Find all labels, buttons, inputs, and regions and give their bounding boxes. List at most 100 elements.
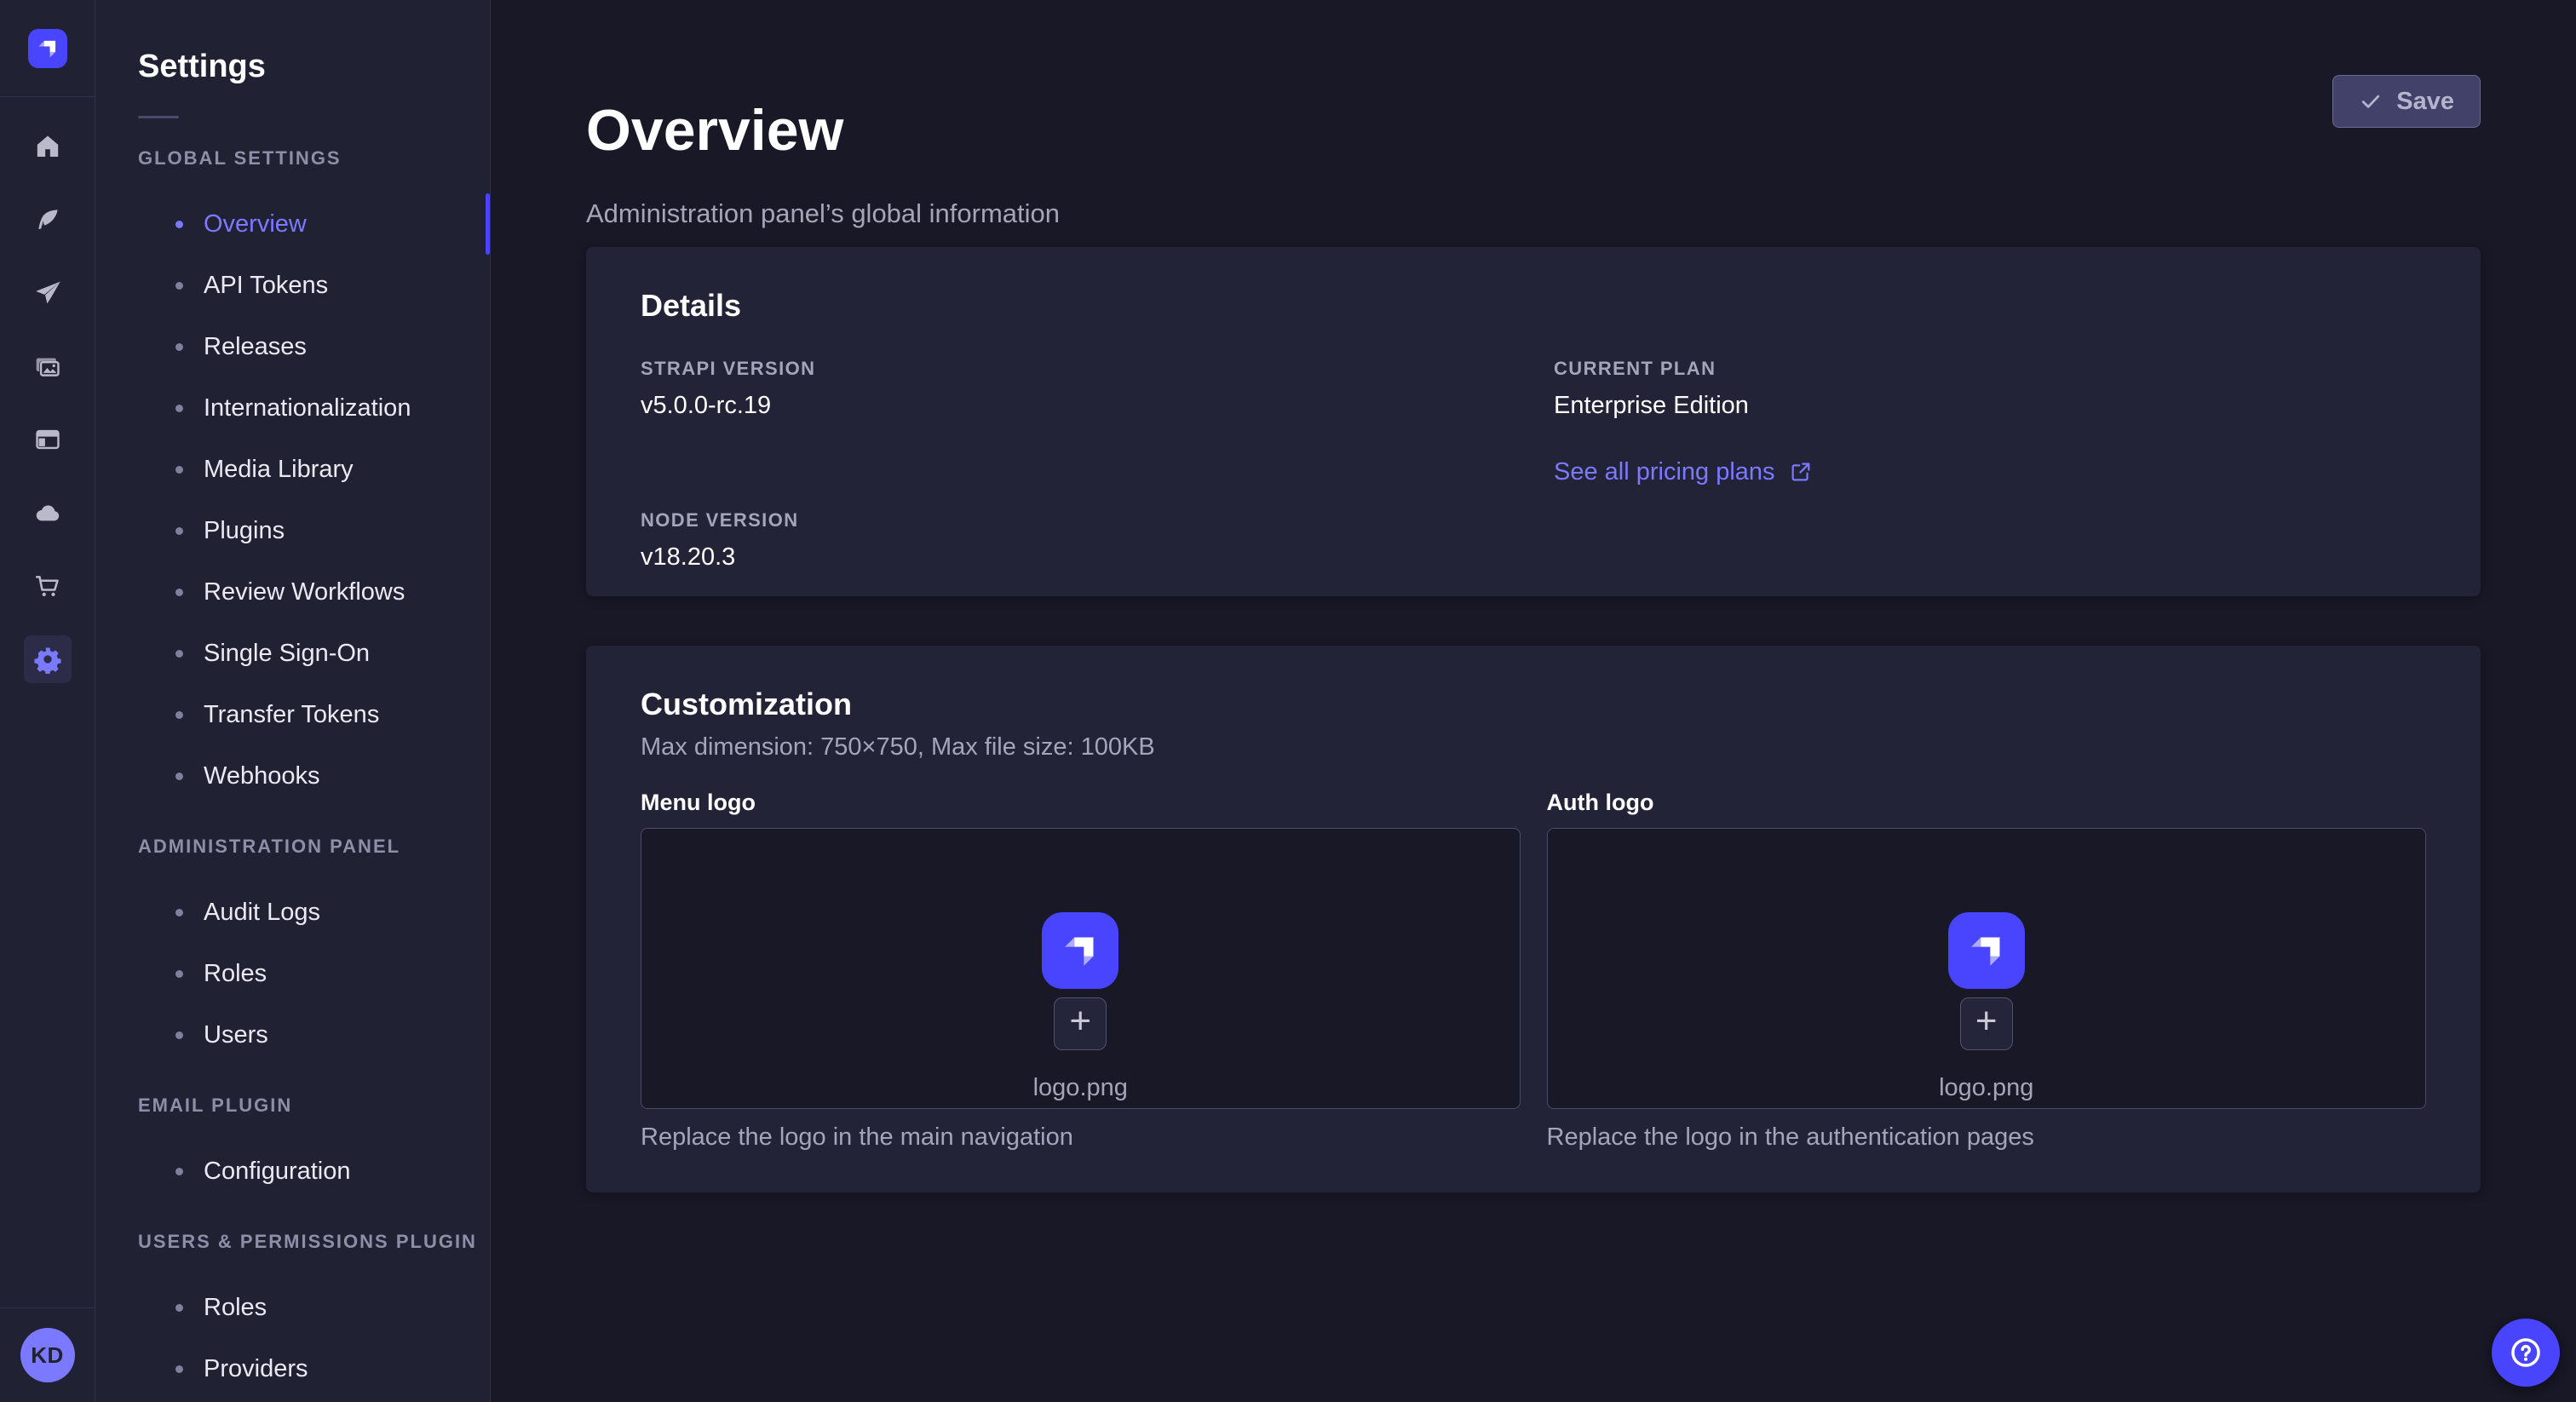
- rail-item-marketplace[interactable]: [24, 562, 72, 610]
- subnav-item-roles[interactable]: Roles: [138, 943, 490, 1004]
- plane-icon: [33, 279, 62, 307]
- rail-item-releases[interactable]: [24, 269, 72, 317]
- node-version-field: NODE VERSION v18.20.3: [641, 509, 1554, 572]
- subnav-item-label: Audit Logs: [204, 899, 320, 927]
- auth-logo-filename: logo.png: [1939, 1074, 2033, 1102]
- subnav-sections: GLOBAL SETTINGS Overview API Tokens Release…: [138, 147, 490, 1399]
- subnav-item-label: Overview: [204, 210, 307, 238]
- cloud-icon: [33, 498, 62, 527]
- bullet-icon: [175, 773, 183, 780]
- bullet-icon: [175, 589, 183, 596]
- rail-item-deploy[interactable]: [24, 489, 72, 537]
- menu-logo-add-button[interactable]: +: [1054, 997, 1107, 1050]
- current-plan-field: CURRENT PLAN Enterprise Edition: [1554, 358, 2426, 421]
- details-left-column: STRAPI VERSION v5.0.0-rc.19 NODE VERSION…: [641, 358, 1554, 572]
- cart-icon: [33, 572, 62, 600]
- subnav-item-releases[interactable]: Releases: [138, 316, 490, 377]
- main-content: Save Overview Administration panel’s glo…: [491, 0, 2576, 1402]
- pricing-plans-link[interactable]: See all pricing plans: [1554, 457, 1813, 487]
- subnav-section: ADMINISTRATION PANEL Audit Logs Roles Users: [138, 836, 490, 1066]
- check-icon: [2359, 89, 2383, 113]
- subnav-item-label: Releases: [204, 333, 307, 361]
- bullet-icon: [175, 343, 183, 351]
- subnav-item-audit-logs[interactable]: Audit Logs: [138, 882, 490, 943]
- subnav-section: USERS & PERMISSIONS PLUGINRolesProviders: [138, 1231, 490, 1399]
- brand-home-button[interactable]: [0, 0, 95, 97]
- rail-item-media-library[interactable]: [24, 342, 72, 390]
- bullet-icon: [175, 1031, 183, 1039]
- active-item-indicator: [486, 193, 490, 255]
- subnav-item-review-workflows[interactable]: Review Workflows: [138, 561, 490, 623]
- plus-icon: +: [1975, 1003, 1998, 1040]
- page-subtitle: Administration panel’s global informatio…: [586, 195, 2481, 233]
- app-root: KD Settings GLOBAL SETTINGS Overview API T…: [0, 0, 2576, 1402]
- subnav-item-label: Internationalization: [204, 394, 411, 422]
- home-icon: [33, 132, 62, 161]
- auth-logo-dropzone[interactable]: + logo.png: [1547, 828, 2427, 1109]
- bullet-icon: [175, 1304, 183, 1312]
- images-icon: [33, 352, 62, 381]
- menu-logo-caption: Replace the logo in the main navigation: [641, 1123, 1521, 1152]
- rail-item-content-manager[interactable]: [24, 196, 72, 244]
- save-button-label: Save: [2396, 88, 2454, 116]
- subnav-item-label: Review Workflows: [204, 578, 405, 606]
- subnav-item-plugins[interactable]: Plugins: [138, 500, 490, 561]
- rail-icons: [24, 123, 72, 709]
- subnav-item-configuration[interactable]: Configuration: [138, 1141, 490, 1202]
- save-button[interactable]: Save: [2332, 75, 2481, 128]
- details-right-column: CURRENT PLAN Enterprise Edition See all …: [1554, 358, 2426, 572]
- menu-logo-label: Menu logo: [641, 789, 1521, 816]
- rail-item-content-type-builder[interactable]: [24, 416, 72, 463]
- bullet-icon: [175, 909, 183, 916]
- bullet-icon: [175, 466, 183, 474]
- icon-rail: KD: [0, 0, 95, 1402]
- strapi-version-value: v5.0.0-rc.19: [641, 390, 1554, 421]
- customization-heading: Customization: [641, 687, 2426, 722]
- subnav-item-overview[interactable]: Overview: [138, 193, 490, 255]
- details-card: Details STRAPI VERSION v5.0.0-rc.19 NODE…: [586, 247, 2481, 596]
- subnav-item-api-tokens[interactable]: API Tokens: [138, 255, 490, 316]
- section-label: ADMINISTRATION PANEL: [138, 836, 490, 858]
- auth-logo-label: Auth logo: [1547, 789, 2427, 816]
- plus-icon: +: [1069, 1003, 1091, 1040]
- bullet-icon: [175, 221, 183, 228]
- feather-icon: [33, 205, 62, 234]
- menu-logo-field: Menu logo + logo.png Replace the logo: [641, 789, 1521, 1152]
- bullet-icon: [175, 405, 183, 412]
- subnav-section: EMAIL PLUGINConfiguration: [138, 1095, 490, 1202]
- subnav-item-label: Webhooks: [204, 762, 320, 790]
- avatar[interactable]: KD: [20, 1328, 75, 1382]
- menu-logo-filename: logo.png: [1033, 1074, 1128, 1102]
- subnav-item-users[interactable]: Users: [138, 1004, 490, 1066]
- customization-subtext: Max dimension: 750×750, Max file size: 1…: [641, 733, 2426, 761]
- subnav-item-label: Transfer Tokens: [204, 701, 379, 729]
- auth-logo-add-button[interactable]: +: [1960, 997, 2013, 1050]
- menu-logo-dropzone[interactable]: + logo.png: [641, 828, 1521, 1109]
- subnav-item-label: Providers: [204, 1355, 308, 1383]
- pricing-plans-link-label: See all pricing plans: [1554, 457, 1775, 487]
- subnav-item-media-library[interactable]: Media Library: [138, 439, 490, 500]
- external-link-icon: [1789, 460, 1813, 484]
- auth-logo-caption: Replace the logo in the authentication p…: [1547, 1123, 2427, 1152]
- section-label: GLOBAL SETTINGS: [138, 147, 490, 170]
- customization-card: Customization Max dimension: 750×750, Ma…: [586, 646, 2481, 1192]
- subnav-title: Settings: [138, 48, 490, 85]
- gear-icon: [33, 645, 62, 674]
- subnav-item-label: Users: [204, 1021, 268, 1049]
- help-button[interactable]: [2492, 1319, 2560, 1387]
- subnav-item-roles[interactable]: Roles: [138, 1277, 490, 1338]
- bullet-icon: [175, 711, 183, 719]
- rail-item-settings[interactable]: [24, 635, 72, 683]
- details-grid: STRAPI VERSION v5.0.0-rc.19 NODE VERSION…: [641, 358, 2426, 572]
- subnav-item-transfer-tokens[interactable]: Transfer Tokens: [138, 684, 490, 745]
- subnav-item-internationalization[interactable]: Internationalization: [138, 377, 490, 439]
- subnav-item-single-sign-on[interactable]: Single Sign-On: [138, 623, 490, 684]
- subnav-item-webhooks[interactable]: Webhooks: [138, 745, 490, 807]
- subnav-item-providers[interactable]: Providers: [138, 1338, 490, 1399]
- rail-item-home[interactable]: [24, 123, 72, 170]
- auth-logo-preview: [1948, 912, 2025, 989]
- title-divider: [138, 116, 179, 118]
- subnav-item-label: Configuration: [204, 1158, 351, 1186]
- bullet-icon: [175, 1168, 183, 1175]
- subnav-item-label: Media Library: [204, 456, 354, 484]
